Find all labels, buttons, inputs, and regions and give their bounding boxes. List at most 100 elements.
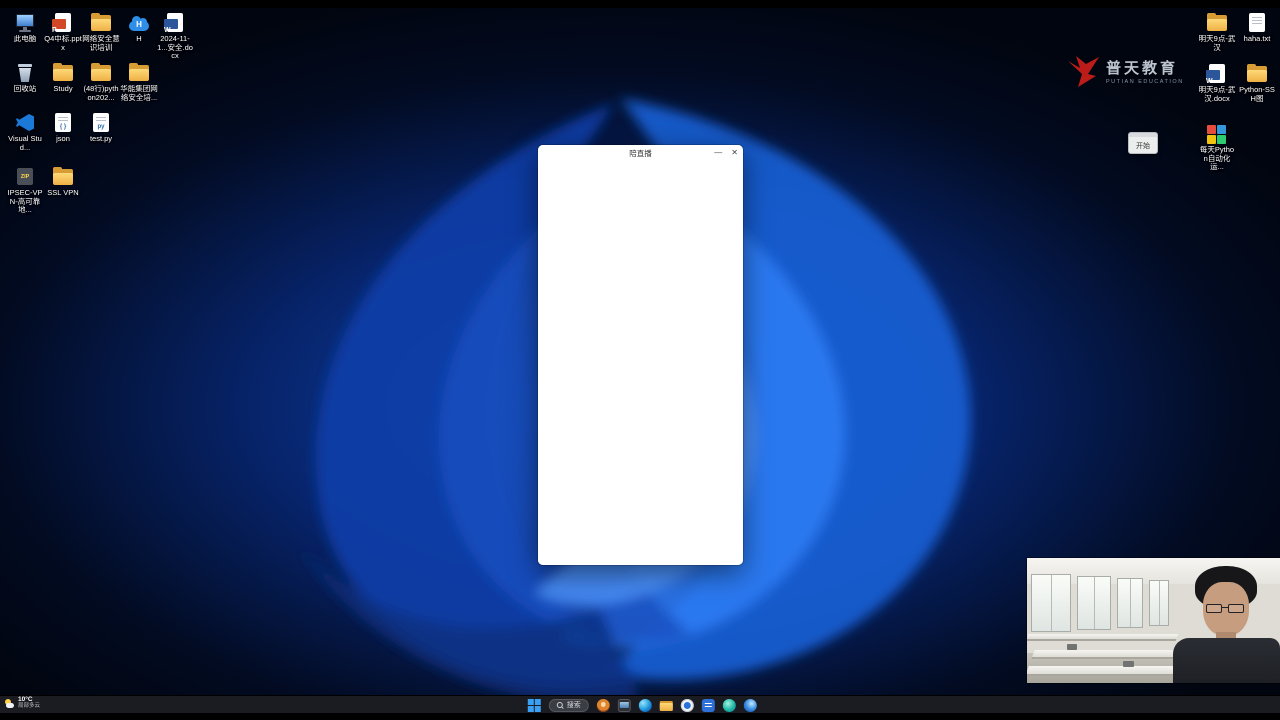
search-icon	[556, 702, 563, 708]
search-placeholder: 搜索	[566, 702, 581, 709]
window-titlebar: 陪直播 — ✕	[538, 145, 743, 161]
desktop-icon[interactable]: 此电脑	[6, 12, 44, 44]
desktop-icon[interactable]: py test.py	[82, 112, 120, 144]
cloud-icon: H	[126, 12, 152, 34]
classroom-chair	[1067, 644, 1077, 650]
start-widget-label: 开始	[1136, 143, 1150, 150]
classroom-desk	[1027, 634, 1179, 641]
glasses-icon	[1206, 604, 1222, 613]
brand-subtitle: PUTIAN EDUCATION	[1106, 79, 1184, 85]
live-window[interactable]: 陪直播 — ✕	[538, 145, 743, 565]
json-icon: { }	[50, 112, 76, 134]
glasses-icon	[1228, 604, 1244, 613]
desktop-icon-label: 每天Python自动化运...	[1199, 146, 1235, 172]
desktop-icon-label: 网络安全意识培训	[82, 35, 120, 52]
edge-active-icon[interactable]	[743, 698, 757, 712]
desktop-icon-label: 明天9点-武汉	[1198, 35, 1236, 52]
food-app-icon[interactable]	[596, 698, 610, 712]
weather-widget[interactable]: 10°C 局部多云	[4, 696, 41, 710]
desktop-icon[interactable]: HH	[120, 12, 158, 44]
pptx-icon: P	[50, 12, 76, 34]
start-widget[interactable]: 开始	[1128, 132, 1158, 154]
desktop[interactable]: 此电脑 P Q4中标.pptx 网络安全意识培训 H H W 2024-11-1...安全.d…	[0, 8, 1280, 695]
desktop-icon[interactable]: 每天Python自动化运...	[1198, 123, 1236, 172]
classroom-window	[1031, 574, 1071, 632]
desktop-icon[interactable]: W 2024-11-1...安全.docx	[156, 12, 194, 61]
media-app-icon[interactable]	[722, 698, 736, 712]
window-body	[538, 161, 743, 565]
search-input[interactable]: 搜索	[548, 698, 589, 712]
folder-icon	[88, 12, 114, 34]
classroom-window	[1149, 580, 1169, 626]
folder-icon	[126, 62, 152, 84]
desktop-icon[interactable]: 回收站	[6, 62, 44, 94]
letterbox-bottom	[0, 713, 1280, 720]
letterbox-top	[0, 0, 1280, 8]
desktop-icon[interactable]: (48行)python202...	[82, 62, 120, 102]
taskbar-center: 搜索	[527, 696, 757, 714]
desktop-icon[interactable]: 华能集团网络安全培...	[120, 62, 158, 102]
desktop-icon[interactable]: W 明天9点-武汉.docx	[1198, 63, 1236, 103]
brand-logo: 普天教育 PUTIAN EDUCATION	[1066, 54, 1184, 88]
brand-title: 普天教育	[1106, 60, 1179, 77]
desktop-icon[interactable]: haha.txt	[1238, 12, 1276, 44]
txt-icon	[1244, 12, 1270, 34]
desktop-icon-label: H	[136, 35, 142, 43]
desktop-icon[interactable]: P Q4中标.pptx	[44, 12, 82, 52]
weather-icon	[4, 698, 15, 709]
desktop-icon-label: IPSEC-VPN-高可靠地...	[7, 189, 43, 215]
desktop-icon-label: (48行)python202...	[83, 85, 119, 102]
folder-icon	[88, 62, 114, 84]
word-icon: W	[1204, 63, 1230, 85]
webcam-overlay	[1027, 558, 1280, 683]
py-icon: py	[88, 112, 114, 134]
desktop-icon-label: 回收站	[13, 85, 37, 93]
close-button[interactable]: ✕	[731, 149, 738, 157]
glasses-bridge	[1222, 607, 1228, 608]
folder-icon	[1244, 63, 1270, 85]
desktop-icon[interactable]: 明天9点-武汉	[1198, 12, 1236, 52]
window-title: 陪直播	[629, 148, 652, 158]
desktop-icon-label: 华能集团网络安全培...	[120, 85, 158, 102]
brand-mark-icon	[1068, 56, 1099, 87]
zip-icon: ZIP	[12, 166, 38, 188]
screen: 此电脑 P Q4中标.pptx 网络安全意识培训 H H W 2024-11-1...安全.d…	[0, 0, 1280, 720]
desktop-icon[interactable]: Visual Stud...	[6, 112, 44, 152]
colorful-icon	[1204, 123, 1230, 145]
start-button[interactable]	[527, 698, 541, 712]
vscode-icon	[12, 112, 38, 134]
file-explorer-icon[interactable]	[659, 699, 673, 712]
edge-browser-icon[interactable]	[638, 698, 652, 712]
desktop-icon[interactable]: Python-SSH图	[1238, 63, 1276, 103]
classroom-window	[1077, 576, 1111, 630]
recycle-icon	[12, 62, 38, 84]
web-browser-icon[interactable]	[680, 698, 694, 712]
taskbar: 10°C 局部多云 搜索	[0, 695, 1280, 713]
presenter-body	[1173, 638, 1280, 683]
desktop-icon[interactable]: SSL VPN	[44, 166, 82, 198]
desktop-icon-label: test.py	[89, 135, 113, 143]
desktop-icon-label: Q4中标.pptx	[44, 35, 82, 52]
minimize-button[interactable]: —	[714, 149, 722, 157]
brand-text: 普天教育 PUTIAN EDUCATION	[1106, 57, 1184, 85]
desktop-icon-label: SSL VPN	[47, 189, 79, 197]
desktop-icon-label: 此电脑	[13, 35, 37, 43]
desktop-icon[interactable]: 网络安全意识培训	[82, 12, 120, 52]
desktop-icon[interactable]: { } json	[44, 112, 82, 144]
classroom-window	[1117, 578, 1143, 628]
classroom-chair	[1123, 661, 1134, 667]
desktop-icon-label: Visual Stud...	[8, 135, 42, 152]
desktop-icon[interactable]: Study	[44, 62, 82, 94]
folder-icon	[50, 62, 76, 84]
pc-icon	[12, 12, 38, 34]
weather-condition: 局部多云	[18, 702, 41, 709]
desktop-icon-label: 2024-11-1...安全.docx	[157, 35, 193, 61]
window-controls: — ✕	[714, 145, 738, 161]
desktop-icon-label: haha.txt	[1243, 35, 1271, 43]
docs-app-icon[interactable]	[701, 698, 715, 712]
desktop-icon-label: Python-SSH图	[1239, 86, 1275, 103]
screen-share-app-icon[interactable]	[617, 698, 631, 712]
desktop-icon[interactable]: ZIP IPSEC-VPN-高可靠地...	[6, 166, 44, 215]
folder-icon	[1204, 12, 1230, 34]
desktop-icon-label: 明天9点-武汉.docx	[1198, 86, 1236, 103]
